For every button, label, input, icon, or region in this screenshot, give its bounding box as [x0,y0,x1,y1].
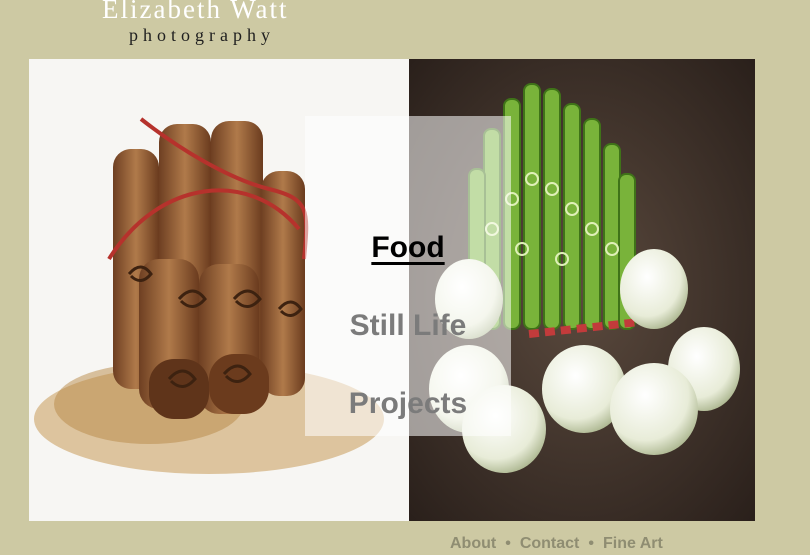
footer-link-contact[interactable]: Contact [520,535,580,552]
footer-separator: • [505,535,511,552]
site-title[interactable]: Elizabeth Watt [102,0,289,25]
menu-item-still-life[interactable]: Still Life [305,309,511,343]
footer-separator: • [588,535,594,552]
site-tagline: photography [129,25,275,45]
menu-item-food[interactable]: Food [305,231,511,265]
site-header: Elizabeth Watt photography [0,0,430,58]
menu-item-projects[interactable]: Projects [305,387,511,421]
hero-gallery: Food Still Life Projects [29,59,755,521]
footer-link-fine-art[interactable]: Fine Art [603,535,663,552]
category-menu-panel: Food Still Life Projects [305,116,511,436]
footer-nav: About • Contact • Fine Art [450,535,810,555]
footer-link-about[interactable]: About [450,535,496,552]
